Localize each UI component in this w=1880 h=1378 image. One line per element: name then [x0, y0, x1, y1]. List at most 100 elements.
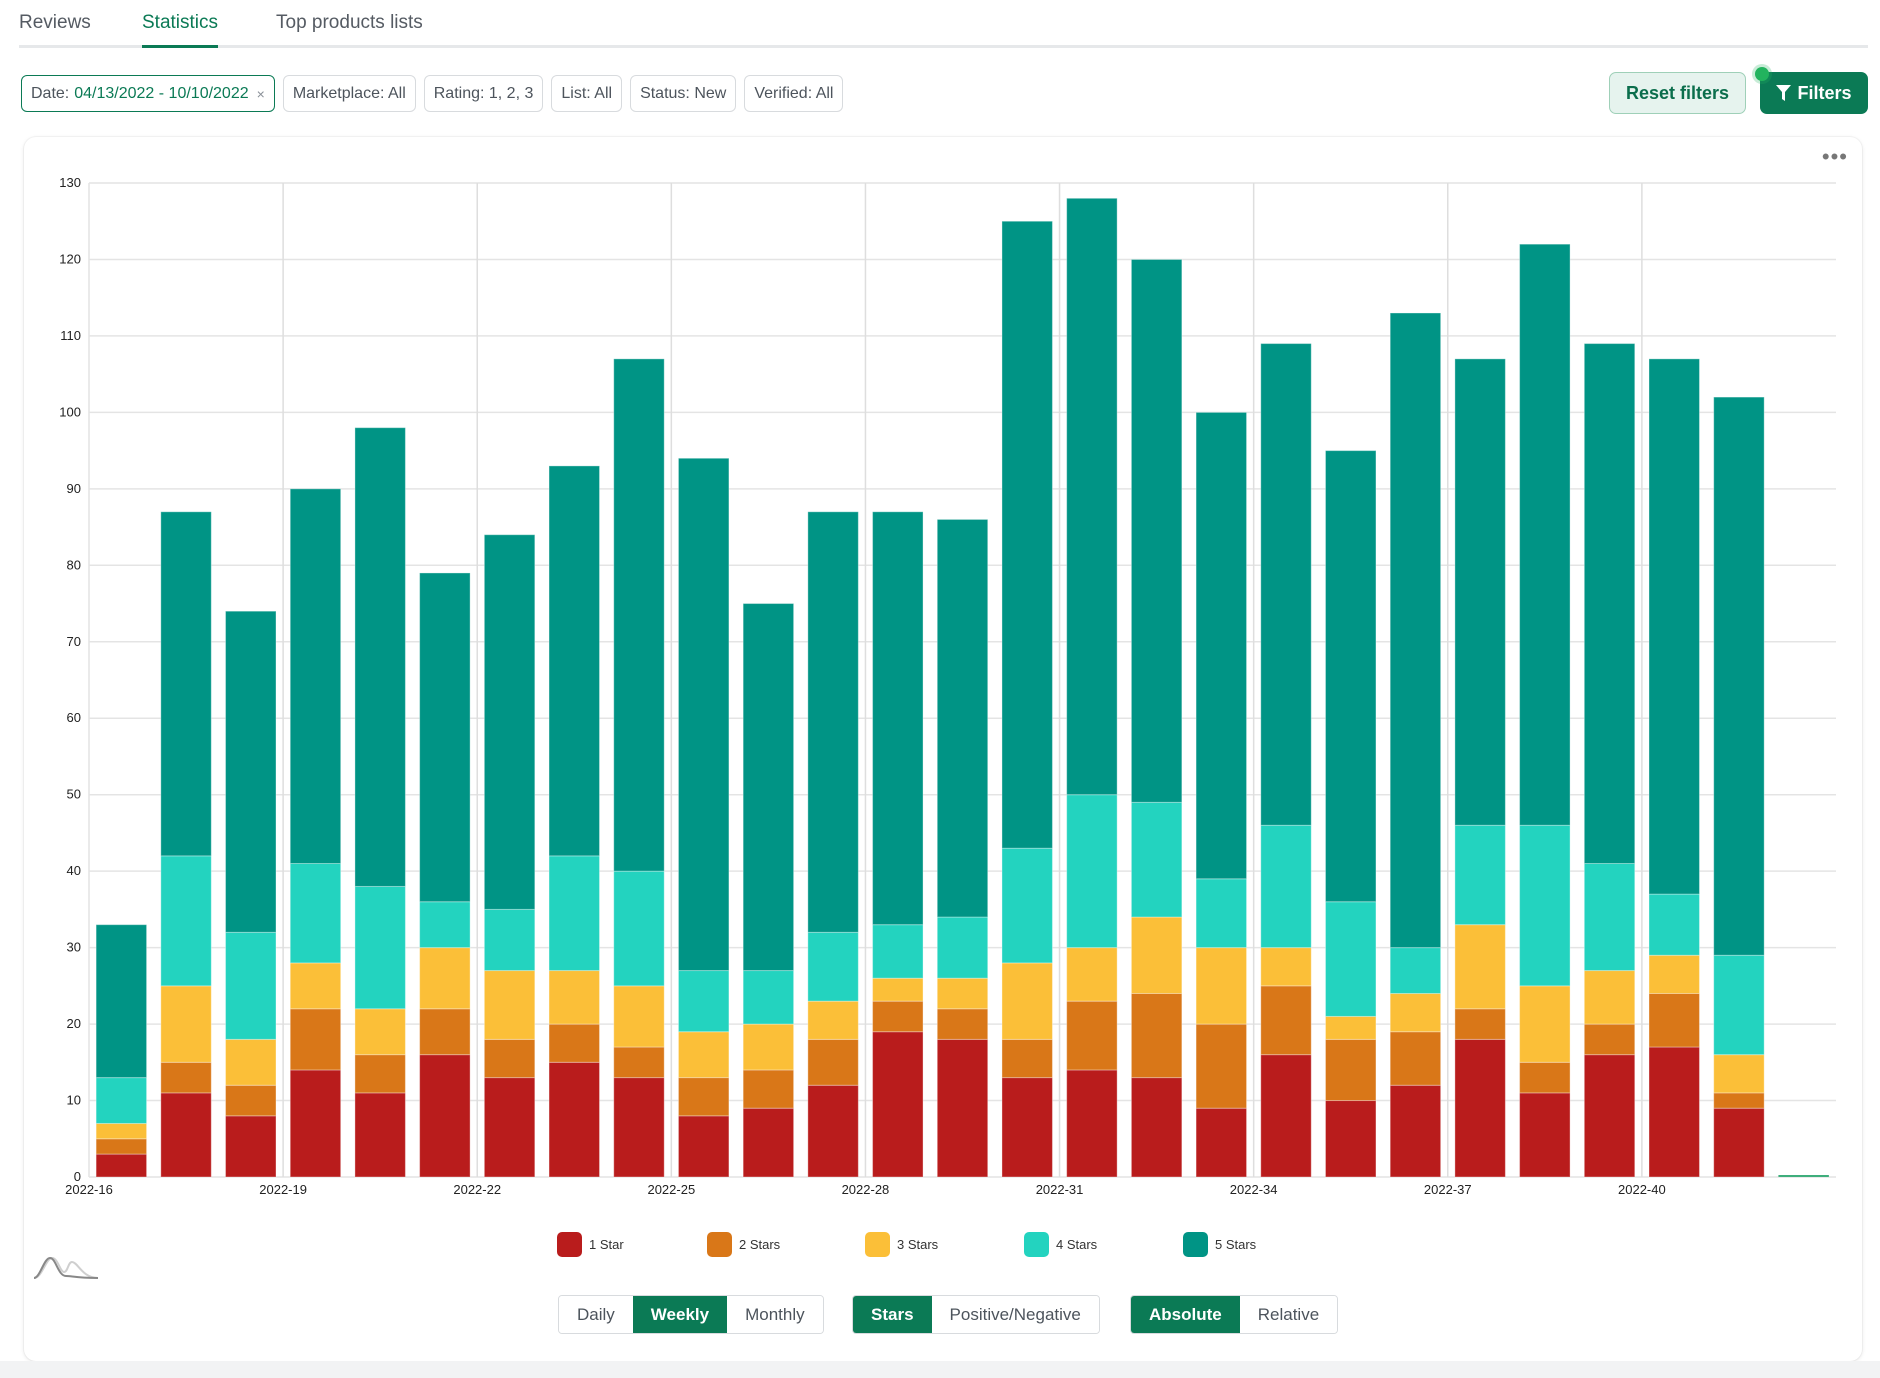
- bar-segment-1-star[interactable]: [1713, 1107, 1765, 1178]
- bar-segment-4-star[interactable]: [677, 970, 730, 1033]
- distribution-curve-icon[interactable]: [32, 1254, 100, 1280]
- bar-segment-4-star[interactable]: [1389, 947, 1442, 994]
- legend-item-2-stars[interactable]: 2 Stars: [707, 1232, 780, 1257]
- bar-segment-4-star[interactable]: [1066, 794, 1118, 949]
- bar-segment-3-star[interactable]: [1713, 1054, 1765, 1094]
- bar-segment-5-star[interactable]: [872, 511, 924, 926]
- bar-segment-1-star[interactable]: [1324, 1100, 1377, 1178]
- bar-segment-1-star[interactable]: [1583, 1054, 1636, 1178]
- bar-segment-3-star[interactable]: [483, 970, 536, 1040]
- bar-segment-5-star[interactable]: [289, 488, 342, 865]
- bar-segment-3-star[interactable]: [1195, 947, 1248, 1025]
- bar-segment-3-star[interactable]: [95, 1122, 148, 1140]
- bar-segment-5-star[interactable]: [742, 603, 795, 972]
- bar-segment-5-star[interactable]: [1130, 258, 1183, 803]
- bar-segment-1-star[interactable]: [1389, 1084, 1442, 1178]
- bar-segment-3-star[interactable]: [1001, 962, 1053, 1040]
- legend-item-4-stars[interactable]: 4 Stars: [1024, 1232, 1097, 1257]
- bar-segment-3-star[interactable]: [1648, 954, 1700, 994]
- bar-segment-1-star[interactable]: [354, 1092, 406, 1178]
- bar-segment-4-star[interactable]: [742, 970, 795, 1025]
- mode-positive-negative-button[interactable]: Positive/Negative: [931, 1296, 1099, 1333]
- bar-segment-3-star[interactable]: [677, 1031, 730, 1079]
- bar-segment-1-star[interactable]: [1648, 1046, 1700, 1178]
- bar-segment-2-star[interactable]: [354, 1054, 406, 1094]
- bar-segment-2-star[interactable]: [1324, 1038, 1377, 1102]
- bar-segment-3-star[interactable]: [160, 985, 212, 1063]
- bar-segment-2-star[interactable]: [1130, 992, 1183, 1079]
- bar-segment-1-star[interactable]: [95, 1153, 148, 1178]
- bar-segment-3-star[interactable]: [872, 977, 924, 1002]
- bar-segment-3-star[interactable]: [613, 985, 665, 1048]
- bar-segment-5-star[interactable]: [677, 457, 730, 972]
- bar-segment-5-star[interactable]: [613, 358, 665, 872]
- bar-segment-4-star[interactable]: [1130, 801, 1183, 918]
- bar-segment-3-star[interactable]: [936, 977, 989, 1010]
- bar-segment-3-star[interactable]: [354, 1008, 406, 1056]
- bar-segment-4-star[interactable]: [1324, 901, 1377, 1017]
- bar-segment-5-star[interactable]: [1648, 358, 1700, 895]
- bar-segment-2-star[interactable]: [289, 1008, 342, 1071]
- bar-segment-1-star[interactable]: [1001, 1077, 1053, 1178]
- bar-segment-2-star[interactable]: [1519, 1061, 1571, 1094]
- bar-segment-2-star[interactable]: [1389, 1031, 1442, 1086]
- bar-segment-3-star[interactable]: [742, 1023, 795, 1071]
- bar-segment-2-star[interactable]: [225, 1084, 277, 1117]
- bar-segment-5-star[interactable]: [548, 465, 601, 857]
- bar-segment-1-star[interactable]: [1519, 1092, 1571, 1178]
- bar-segment-4-star[interactable]: [1519, 824, 1571, 987]
- bar-segment-3-star[interactable]: [419, 947, 471, 1010]
- bar-segment-5-star[interactable]: [1324, 450, 1377, 903]
- bar-segment-4-star[interactable]: [1260, 824, 1312, 949]
- bar-segment-4-star[interactable]: [225, 931, 277, 1040]
- bar-segment-2-star[interactable]: [1001, 1038, 1053, 1079]
- bar-segment-5-star[interactable]: [936, 518, 989, 918]
- bar-segment-2-star[interactable]: [1583, 1023, 1636, 1056]
- bar-segment-5-star[interactable]: [807, 511, 859, 933]
- bar-segment-4-star[interactable]: [354, 885, 406, 1010]
- bar-segment-2-star[interactable]: [1713, 1092, 1765, 1109]
- bar-segment-4-star[interactable]: [1648, 893, 1700, 956]
- period-weekly-button[interactable]: Weekly: [632, 1296, 728, 1333]
- bar-segment-3-star[interactable]: [1260, 947, 1312, 987]
- bar-segment-3-star[interactable]: [1130, 916, 1183, 994]
- bar-segment-4-star[interactable]: [548, 855, 601, 972]
- bar-segment-4-star[interactable]: [872, 924, 924, 979]
- bar-segment-3-star[interactable]: [225, 1038, 277, 1086]
- bar-segment-3-star[interactable]: [1519, 985, 1571, 1063]
- bar-segment-2-star[interactable]: [742, 1069, 795, 1109]
- scale-absolute-button[interactable]: Absolute: [1131, 1296, 1240, 1333]
- bar-segment-3-star[interactable]: [1324, 1015, 1377, 1040]
- period-daily-button[interactable]: Daily: [559, 1296, 633, 1333]
- bar-segment-5-star[interactable]: [1260, 343, 1312, 826]
- bar-segment-5-star[interactable]: [354, 427, 406, 887]
- bar-segment-5-star[interactable]: [1519, 243, 1571, 826]
- bar-segment-5-star[interactable]: [1454, 358, 1506, 826]
- bar-segment-2-star[interactable]: [613, 1046, 665, 1079]
- bar-segment-3-star[interactable]: [289, 962, 342, 1010]
- bar-segment-1-star[interactable]: [483, 1077, 536, 1178]
- bar-segment-4-star[interactable]: [483, 908, 536, 972]
- bar-segment-2-star[interactable]: [1454, 1008, 1506, 1040]
- bar-segment-2-star[interactable]: [483, 1038, 536, 1079]
- bar-segment-1-star[interactable]: [1130, 1077, 1183, 1178]
- bar-segment-4-star[interactable]: [936, 916, 989, 979]
- bar-segment-1-star[interactable]: [419, 1054, 471, 1178]
- bar-segment-4-star[interactable]: [160, 855, 212, 987]
- bar-segment-2-star[interactable]: [936, 1008, 989, 1040]
- bar-segment-2-star[interactable]: [807, 1038, 859, 1086]
- bar-segment-1-star[interactable]: [872, 1031, 924, 1178]
- legend-item-5-stars[interactable]: 5 Stars: [1183, 1232, 1256, 1257]
- bar-segment-1-star[interactable]: [742, 1107, 795, 1178]
- bar-segment-1-star[interactable]: [807, 1084, 859, 1178]
- bar-segment-1-star[interactable]: [548, 1061, 601, 1178]
- bar-segment-1-star[interactable]: [1066, 1069, 1118, 1178]
- mode-stars-button[interactable]: Stars: [853, 1296, 932, 1333]
- bar-segment-4-star[interactable]: [807, 931, 859, 1002]
- scale-relative-button[interactable]: Relative: [1239, 1296, 1338, 1333]
- bar-segment-1-star[interactable]: [160, 1092, 212, 1178]
- bar-segment-2-star[interactable]: [872, 1000, 924, 1033]
- bar-segment-2-star[interactable]: [677, 1077, 730, 1117]
- bar-segment-1-star[interactable]: [936, 1038, 989, 1178]
- bar-segment-2-star[interactable]: [160, 1061, 212, 1094]
